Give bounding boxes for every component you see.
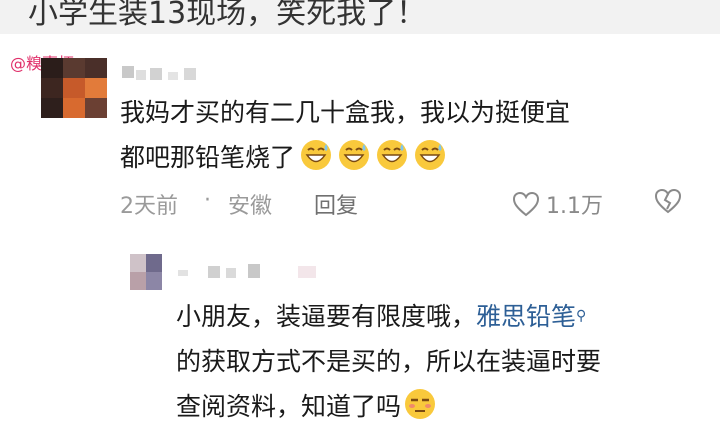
search-icon[interactable]: ⚲ <box>576 308 586 324</box>
post-title: 小学生装13现场，笑死我了！ <box>28 0 427 31</box>
avatar[interactable] <box>41 58 107 118</box>
comment-line-1: 我妈才买的有二几十盒我，我以为挺便宜 <box>120 98 571 127</box>
comment-time: 2天前 <box>120 194 178 219</box>
like-button[interactable]: 1.1万 <box>512 188 603 220</box>
grinning-sweat-emoji-icon <box>377 140 408 170</box>
reply-button[interactable]: 回复 <box>314 188 358 220</box>
comment-location: 安徽 <box>228 194 273 219</box>
reply-avatar[interactable] <box>130 254 162 290</box>
comment-line-2: 都吧那铅笔烧了 <box>120 135 570 180</box>
grinning-sweat-emoji-icon <box>301 140 332 170</box>
post-title-strip: 小学生装13现场，笑死我了！ <box>0 0 720 34</box>
reply-text: 小朋友，装逼要有限度哦，雅思铅笔⚲ 的获取方式不是买的，所以在装逼时要 查阅资料… <box>176 294 601 429</box>
username[interactable] <box>122 66 212 84</box>
grinning-sweat-emoji-icon <box>415 140 446 170</box>
search-link[interactable]: 雅思铅笔 <box>476 302 576 331</box>
like-count: 1.1万 <box>546 194 603 219</box>
comment-text: 我妈才买的有二几十盒我，我以为挺便宜 都吧那铅笔烧了 <box>120 90 570 180</box>
heart-outline-icon <box>512 191 540 217</box>
reply-username[interactable] <box>178 264 318 280</box>
reply-line-2: 的获取方式不是买的，所以在装逼时要 <box>176 347 602 376</box>
reply-line-1: 小朋友，装逼要有限度哦，雅思铅笔⚲ <box>176 302 587 331</box>
unamused-face-icon <box>405 389 436 419</box>
broken-heart-icon <box>654 188 682 214</box>
grinning-sweat-emoji-icon <box>339 140 370 170</box>
reply-line-3: 查阅资料，知道了吗 <box>176 384 601 429</box>
meta-separator: · <box>204 188 211 213</box>
dislike-button[interactable] <box>654 188 682 214</box>
